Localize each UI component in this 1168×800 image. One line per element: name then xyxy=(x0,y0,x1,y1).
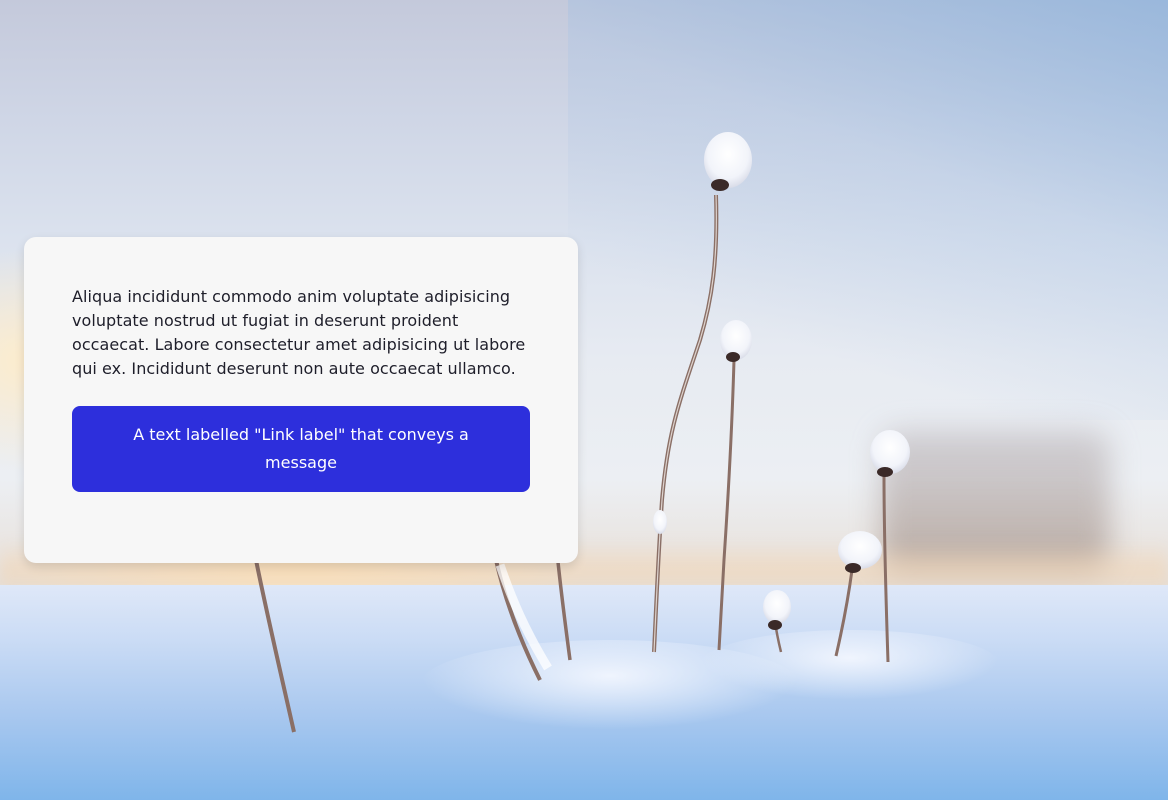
plant-stem xyxy=(556,561,572,661)
plant-stem xyxy=(774,627,783,653)
link-label-button[interactable]: A text labelled "Link label" that convey… xyxy=(72,406,530,492)
plant-stem xyxy=(834,569,854,657)
content-card: Aliqua incididunt commodo anim voluptate… xyxy=(24,237,578,563)
frost-bud xyxy=(870,430,910,474)
plant-stem xyxy=(882,474,890,663)
frost-bud xyxy=(838,531,882,569)
plant-stem xyxy=(717,359,736,651)
card-body-text: Aliqua incididunt commodo anim voluptate… xyxy=(72,287,526,378)
plant-stem xyxy=(652,194,719,653)
frost-bud xyxy=(763,590,791,624)
plant-stem xyxy=(254,559,296,733)
frost-bud xyxy=(704,132,752,188)
